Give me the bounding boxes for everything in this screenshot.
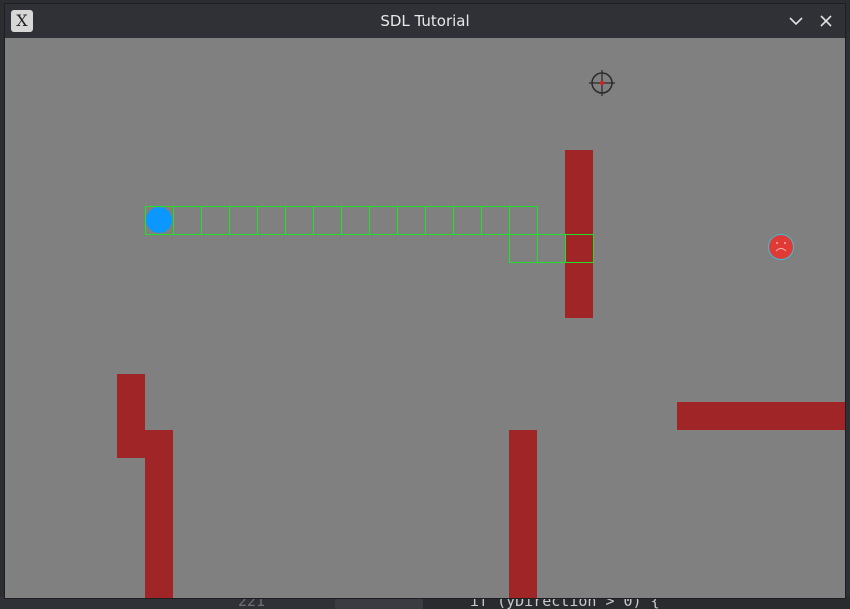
player-circle <box>146 207 172 233</box>
path-tile <box>201 206 230 235</box>
window-title: SDL Tutorial <box>380 12 470 30</box>
sdl-window: X SDL Tutorial <box>5 4 845 598</box>
path-tile <box>397 206 426 235</box>
close-button[interactable] <box>816 11 836 31</box>
crosshair-target <box>589 70 615 96</box>
path-tile <box>285 206 314 235</box>
path-tiles <box>145 206 594 263</box>
wall-bottom-middle <box>509 430 537 598</box>
path-tile <box>173 206 202 235</box>
path-tile <box>257 206 286 235</box>
path-tile <box>313 206 342 235</box>
wall-left-upper <box>117 374 145 458</box>
path-tile <box>229 206 258 235</box>
path-tile <box>425 206 454 235</box>
path-tile <box>453 206 482 235</box>
path-tile <box>537 234 566 263</box>
path-tile <box>369 206 398 235</box>
game-scene <box>117 70 845 598</box>
wall-left-lower <box>145 430 173 598</box>
enemy-sad-face <box>768 234 794 260</box>
chevron-down-icon <box>789 17 803 26</box>
background-app-edge <box>845 38 850 598</box>
path-tile <box>509 234 538 263</box>
wall-horizontal-right <box>677 402 845 430</box>
minimize-button[interactable] <box>786 11 806 31</box>
window-titlebar[interactable]: X SDL Tutorial <box>5 4 845 38</box>
path-tile <box>509 206 538 235</box>
path-tile <box>481 206 510 235</box>
game-canvas[interactable] <box>5 38 845 598</box>
path-tile <box>341 206 370 235</box>
close-icon <box>820 15 832 27</box>
